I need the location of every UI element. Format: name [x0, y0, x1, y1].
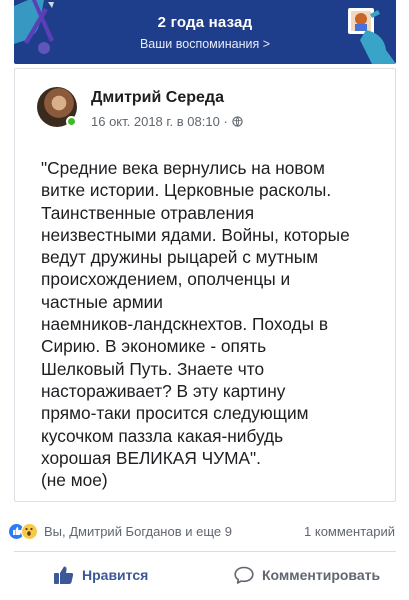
wow-reaction-icon [21, 522, 38, 540]
hand-photo-illustration-icon [348, 8, 396, 64]
author-name[interactable]: Дмитрий Середа [91, 89, 224, 107]
reactors-text[interactable]: Вы, Дмитрий Богданов и еще 9 [44, 524, 232, 539]
action-bar: Нравится Комментировать [0, 558, 409, 592]
comment-bubble-icon [234, 566, 254, 584]
reaction-icons [8, 522, 38, 540]
like-button[interactable]: Нравится [54, 566, 148, 584]
thumbs-up-icon [54, 566, 74, 584]
comment-button[interactable]: Комментировать [234, 566, 380, 584]
comments-count[interactable]: 1 комментарий [304, 524, 395, 539]
post-card: Дмитрий Середа 16 окт. 2018 г. в 08:10 ·… [14, 68, 396, 502]
divider [14, 551, 396, 552]
memories-banner[interactable]: 2 года назад Ваши воспоминания > [14, 0, 396, 64]
like-label: Нравится [82, 567, 149, 583]
post-date: 16 окт. 2018 г. в 08:10 · [91, 114, 228, 129]
comment-label: Комментировать [262, 567, 381, 583]
online-status-icon [66, 116, 77, 127]
post-body-text: "Средние века вернулись на новом витке и… [41, 158, 350, 491]
globe-icon [232, 116, 243, 127]
reactions-summary[interactable]: Вы, Дмитрий Богданов и еще 9 1 комментар… [8, 520, 403, 542]
post-timestamp[interactable]: 16 окт. 2018 г. в 08:10 · [91, 114, 243, 129]
